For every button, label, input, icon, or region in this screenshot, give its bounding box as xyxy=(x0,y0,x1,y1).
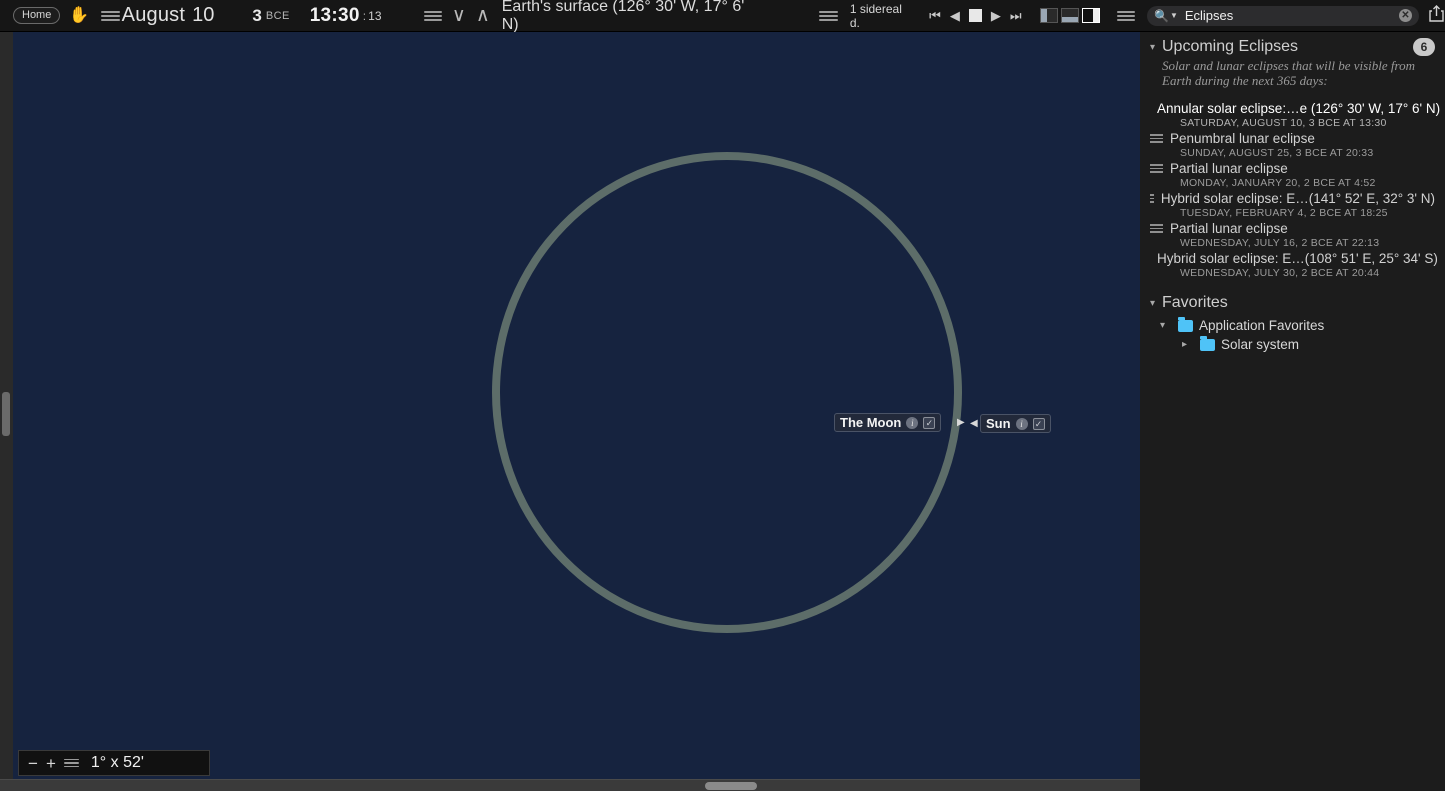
fov-value: 1° x 52' xyxy=(90,754,144,771)
eclipse-title: Partial lunar eclipse xyxy=(1170,161,1288,176)
eclipse-title: Partial lunar eclipse xyxy=(1170,221,1288,236)
scrollbar-thumb[interactable] xyxy=(705,782,757,790)
eclipse-title: Penumbral lunar eclipse xyxy=(1170,131,1315,146)
search-input[interactable]: 🔍 ▼ Eclipses ✕ xyxy=(1146,5,1419,26)
folder-icon xyxy=(1178,316,1193,332)
skip-back-icon[interactable]: ⏮ xyxy=(929,9,941,22)
main-toolbar: Home ✋ August 10 3 BCE 13:30 : 13 ∨ ∧ Ea… xyxy=(0,0,1445,34)
label-pointer-right-icon: ▶ xyxy=(957,417,965,428)
object-label-sun[interactable]: Sun i ✓ xyxy=(980,414,1051,433)
eclipse-title: Annular solar eclipse:…e (126° 30' W, 17… xyxy=(1157,101,1441,116)
zoom-out-button[interactable]: − xyxy=(28,755,38,772)
info-icon[interactable]: i xyxy=(906,416,919,429)
application-window: Home ✋ August 10 3 BCE 13:30 : 13 ∨ ∧ Ea… xyxy=(0,0,1445,791)
info-icon[interactable]: i xyxy=(1015,417,1028,430)
eclipse-title: Hybrid solar eclipse: E…(141° 52' E, 32°… xyxy=(1160,191,1435,206)
drag-handle-icon[interactable] xyxy=(1150,194,1154,203)
favorites-root-item[interactable]: ▾ Application Favorites xyxy=(1140,316,1445,335)
zoom-in-button[interactable]: + xyxy=(46,755,56,772)
clear-search-icon[interactable]: ✕ xyxy=(1398,9,1412,22)
section-header-upcoming-eclipses[interactable]: ▾ Upcoming Eclipses 6 xyxy=(1140,32,1445,58)
visibility-checkbox[interactable]: ✓ xyxy=(1032,417,1045,430)
date-menu-icon[interactable] xyxy=(101,10,120,21)
eclipse-title: Hybrid solar eclipse: E…(108° 51' E, 25°… xyxy=(1157,251,1438,266)
drag-handle-icon[interactable] xyxy=(1150,164,1163,173)
left-rail-resize-handle[interactable] xyxy=(2,392,10,436)
search-value[interactable]: Eclipses xyxy=(1185,8,1396,23)
transport-controls: ⏮ ◀ ▶ ⏭ xyxy=(929,9,1022,22)
chevron-down-icon[interactable]: ▾ xyxy=(1160,320,1172,331)
skip-forward-icon[interactable]: ⏭ xyxy=(1010,9,1022,22)
section-header-favorites[interactable]: ▾ Favorites xyxy=(1140,290,1445,316)
object-label-name: Sun xyxy=(986,416,1011,431)
favorites-child-item[interactable]: ▸ Solar system xyxy=(1140,335,1445,354)
chevron-down-icon[interactable]: ▾ xyxy=(1150,298,1162,309)
label-pointer-left-icon: ◀ xyxy=(970,418,978,429)
chevron-up-icon[interactable]: ∧ xyxy=(476,4,490,27)
hand-icon[interactable]: ✋ xyxy=(69,7,89,24)
toggle-right-panel-button[interactable] xyxy=(1081,8,1100,23)
clock-separator: : xyxy=(362,8,367,23)
eclipse-list: Annular solar eclipse:…e (126° 30' W, 17… xyxy=(1140,100,1445,280)
visibility-checkbox[interactable]: ✓ xyxy=(923,416,936,429)
sky-view[interactable]: The Moon i ✓ ▶ ◀ Sun i ✓ xyxy=(13,32,1140,779)
right-sidebar: ▾ Upcoming Eclipses 6 Solar and lunar ec… xyxy=(1140,32,1445,791)
chevron-down-icon[interactable]: ▾ xyxy=(1150,42,1162,53)
search-area: 🔍 ▼ Eclipses ✕ xyxy=(1146,4,1445,28)
panel-layout-buttons xyxy=(1039,8,1100,23)
date-era[interactable]: BCE xyxy=(266,10,290,22)
list-item[interactable]: Hybrid solar eclipse: E…(141° 52' E, 32°… xyxy=(1140,190,1445,220)
object-label-name: The Moon xyxy=(840,415,902,430)
chevron-down-icon[interactable]: ∨ xyxy=(452,4,466,27)
toggle-left-panel-button[interactable] xyxy=(1039,8,1058,23)
list-item[interactable]: Hybrid solar eclipse: E…(108° 51' E, 25°… xyxy=(1140,250,1445,280)
date-day[interactable]: 10 xyxy=(192,4,214,27)
clock-seconds[interactable]: 13 xyxy=(368,9,381,23)
stop-icon[interactable] xyxy=(968,9,982,22)
step-back-icon[interactable]: ◀ xyxy=(950,9,960,22)
drag-handle-icon[interactable] xyxy=(1150,134,1163,143)
fov-menu-icon[interactable] xyxy=(63,758,79,768)
clock-time[interactable]: 13:30 xyxy=(310,5,360,27)
folder-icon xyxy=(1200,335,1215,351)
time-rate-label[interactable]: 1 sidereal d. xyxy=(850,2,913,30)
eclipse-count-badge: 6 xyxy=(1413,38,1435,56)
favorites-child-label: Solar system xyxy=(1221,337,1300,352)
object-label-the-moon[interactable]: The Moon i ✓ xyxy=(834,413,942,432)
eclipse-date: WEDNESDAY, JULY 30, 2 BCE AT 20:44 xyxy=(1180,267,1380,279)
section-title: Favorites xyxy=(1162,294,1228,311)
section-title: Upcoming Eclipses xyxy=(1162,38,1299,55)
location-menu-icon[interactable] xyxy=(423,10,442,21)
chevron-down-icon[interactable]: ▼ xyxy=(1170,11,1178,20)
list-item[interactable]: Penumbral lunar eclipse SUNDAY, AUGUST 2… xyxy=(1140,130,1445,160)
eclipse-date: SATURDAY, AUGUST 10, 3 BCE AT 13:30 xyxy=(1180,117,1387,129)
drag-handle-icon[interactable] xyxy=(1150,224,1163,233)
horizontal-scrollbar[interactable] xyxy=(0,779,1140,791)
moon-disc[interactable] xyxy=(492,152,962,633)
share-icon[interactable] xyxy=(1428,4,1445,28)
home-button-label: Home xyxy=(22,9,52,21)
timeflow-menu-icon[interactable] xyxy=(819,10,838,21)
favorites-root-label: Application Favorites xyxy=(1199,318,1325,333)
list-item[interactable]: Annular solar eclipse:…e (126° 30' W, 17… xyxy=(1140,100,1445,130)
location-label[interactable]: Earth's surface (126° 30' W, 17° 6' N) xyxy=(502,0,758,34)
eclipse-date: TUESDAY, FEBRUARY 4, 2 BCE AT 18:25 xyxy=(1180,207,1388,219)
eclipse-date: MONDAY, JANUARY 20, 2 BCE AT 4:52 xyxy=(1180,177,1376,189)
field-of-view-bar: − + 1° x 52' xyxy=(18,750,210,776)
chevron-right-icon[interactable]: ▸ xyxy=(1182,339,1194,350)
list-item[interactable]: Partial lunar eclipse WEDNESDAY, JULY 16… xyxy=(1140,220,1445,250)
date-year[interactable]: 3 xyxy=(252,6,261,26)
home-button[interactable]: Home xyxy=(13,7,61,24)
search-icon[interactable]: 🔍 xyxy=(1154,9,1169,23)
list-item[interactable]: Partial lunar eclipse MONDAY, JANUARY 20… xyxy=(1140,160,1445,190)
toggle-bottom-panel-button[interactable] xyxy=(1060,8,1079,23)
sidebar-menu-icon[interactable] xyxy=(1116,10,1135,21)
eclipse-date: SUNDAY, AUGUST 25, 3 BCE AT 20:33 xyxy=(1180,147,1374,159)
date-month[interactable]: August xyxy=(122,4,185,27)
left-rail xyxy=(0,32,13,779)
section-description: Solar and lunar eclipses that will be vi… xyxy=(1162,58,1416,88)
eclipse-date: WEDNESDAY, JULY 16, 2 BCE AT 22:13 xyxy=(1180,237,1380,249)
play-icon[interactable]: ▶ xyxy=(991,9,1001,22)
